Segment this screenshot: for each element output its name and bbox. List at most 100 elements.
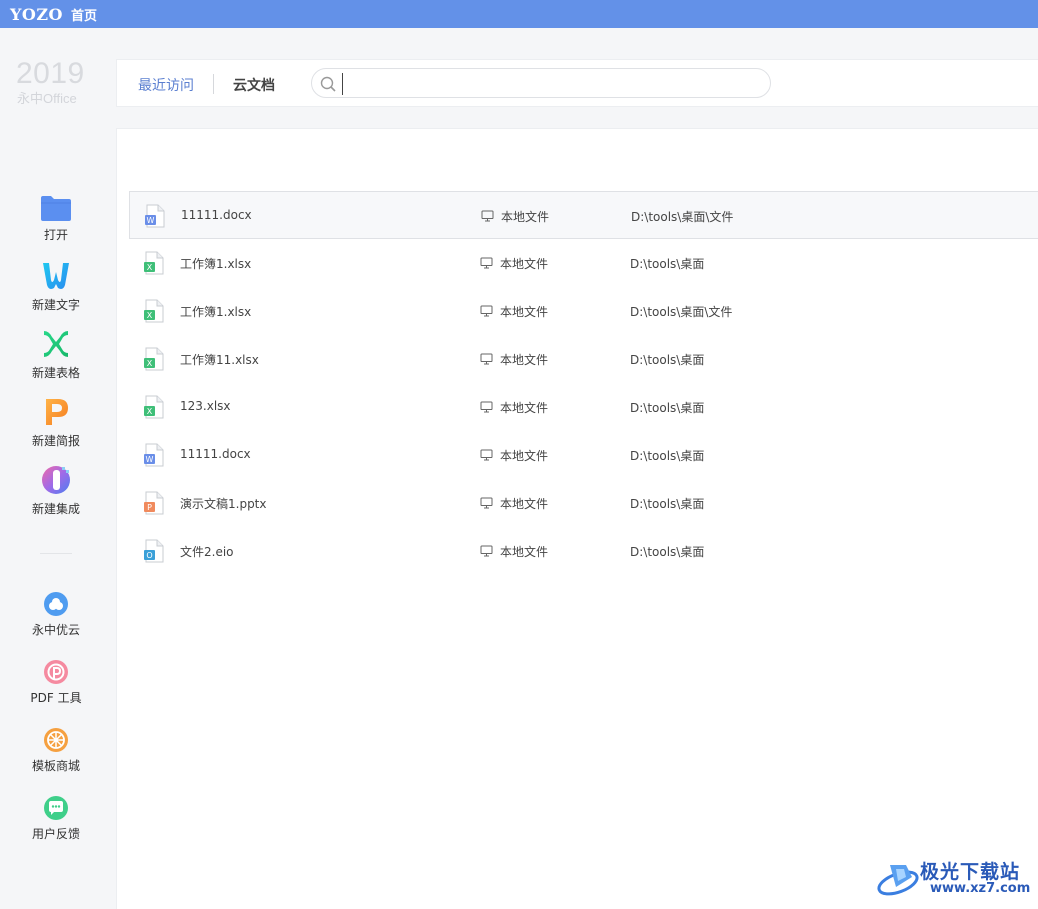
sidebar-item-label: 新建简报 [31,434,80,448]
file-name: 工作簿11.xlsx [180,353,259,367]
tab-home[interactable]: 首页 [71,5,97,24]
sidebar-item-label: 新建集成 [31,502,80,516]
brand-name: 永中Office [17,91,77,106]
pptx-file-icon: P [144,491,164,515]
file-location: 本地文件 [500,497,549,511]
file-name: 123.xlsx [180,399,231,413]
brand-year: 2019 [16,57,85,90]
xlsx-file-icon: X [144,299,164,323]
file-path: D:\tools\桌面 [630,353,705,367]
sidebar-item-new-word[interactable]: 新建文字 [12,260,100,313]
monitor-icon [480,449,493,461]
monitor-icon [480,305,493,317]
search-icon[interactable] [320,76,336,92]
file-row[interactable]: P 演示文稿1.pptx 本地文件 D:\tools\桌面 [129,479,1038,527]
file-location: 本地文件 [500,257,549,271]
pdf-icon [44,660,68,684]
file-location: 本地文件 [500,353,549,367]
svg-text:X: X [147,263,153,272]
file-location: 本地文件 [500,545,549,559]
feedback-icon [44,796,68,820]
watermark-logo-icon [877,865,919,896]
svg-text:X: X [147,407,153,416]
watermark-url: www.xz7.com [930,881,1031,896]
svg-text:P: P [147,503,152,512]
file-row[interactable]: O 文件2.eio 本地文件 D:\tools\桌面 [129,527,1038,575]
file-name: 文件2.eio [180,545,234,559]
sidebar-item-label: 用户反馈 [31,827,80,841]
file-path: D:\tools\桌面\文件 [630,305,733,319]
word-w-icon [43,263,69,289]
svg-text:W: W [147,216,155,225]
sidebar-item-new-integrated[interactable]: 新建集成 [12,464,100,517]
file-name: 11111.docx [180,447,251,461]
file-path: D:\tools\桌面 [630,401,705,415]
sidebar-item-open[interactable]: 打开 [12,194,100,243]
sidebar-item-label: PDF 工具 [30,691,82,705]
monitor-icon [480,497,493,509]
sidebar-divider [40,553,72,554]
search-box[interactable] [311,68,771,98]
docx-file-icon: W [144,443,164,467]
sidebar-item-new-slides[interactable]: 新建简报 [12,396,100,449]
watermark: 极光下载站 www.xz7.com [876,855,1036,905]
file-name: 工作簿1.xlsx [180,257,252,271]
sidebar-item-new-sheet[interactable]: 新建表格 [12,328,100,381]
monitor-icon [480,545,493,557]
sidebar-item-label: 打开 [43,228,68,242]
file-row[interactable]: X 工作簿11.xlsx 本地文件 D:\tools\桌面 [129,335,1038,383]
file-name: 11111.docx [181,208,252,222]
integrated-icon [42,466,70,494]
monitor-icon [481,210,494,222]
tab-recent[interactable]: 最近访问 [138,75,194,95]
watermark-text: 极光下载站 [920,861,1021,883]
folder-icon [41,196,71,221]
file-location: 本地文件 [500,449,549,463]
file-row[interactable]: X 工作簿1.xlsx 本地文件 D:\tools\桌面 [129,239,1038,287]
file-name: 演示文稿1.pptx [180,497,267,511]
sidebar-item-template-store[interactable]: 模板商城 [12,727,100,774]
sidebar-item-yozo-cloud[interactable]: 永中优云 [12,591,100,638]
sidebar-item-label: 新建表格 [31,366,80,380]
file-path: D:\tools\桌面\文件 [631,210,734,224]
file-row[interactable]: X 工作簿1.xlsx 本地文件 D:\tools\桌面\文件 [129,287,1038,335]
sheet-x-icon [44,331,68,357]
file-path: D:\tools\桌面 [630,449,705,463]
file-name: 工作簿1.xlsx [180,305,252,319]
xlsx-file-icon: X [144,347,164,371]
file-location: 本地文件 [500,401,549,415]
file-path: D:\tools\桌面 [630,497,705,511]
title-bar: YOZO 首页 [0,0,1038,28]
tab-cloud-docs[interactable]: 云文档 [233,75,275,95]
recent-files-panel: W 11111.docx 本地文件 D:\tools\桌面\文件 X 工作簿1.xlsx 本… [116,128,1038,909]
svg-text:W: W [146,455,154,464]
sidebar-item-label: 新建文字 [31,298,80,312]
file-location: 本地文件 [501,210,550,224]
sidebar-item-pdf-tools[interactable]: PDF 工具 [12,659,100,706]
slides-p-icon [46,399,68,425]
svg-text:X: X [147,359,153,368]
xlsx-file-icon: X [144,251,164,275]
template-store-icon [44,728,68,752]
file-row[interactable]: W 11111.docx 本地文件 D:\tools\桌面 [129,431,1038,479]
docx-file-icon: W [145,204,165,228]
sidebar-item-label: 模板商城 [31,759,80,773]
monitor-icon [480,401,493,413]
sidebar-item-label: 永中优云 [31,623,80,637]
yozo-logo: YOZO [10,4,63,24]
eio-file-icon: O [144,539,164,563]
cloud-icon [44,592,68,616]
search-input[interactable] [342,73,759,95]
xlsx-file-icon: X [144,395,164,419]
file-path: D:\tools\桌面 [630,545,705,559]
tab-divider [213,74,214,94]
monitor-icon [480,257,493,269]
sidebar-item-feedback[interactable]: 用户反馈 [12,795,100,842]
sidebar: 2019 永中Office 打开 新建文字 新建表格 新建简报 新建集成 永中优… [0,28,112,909]
file-row[interactable]: W 11111.docx 本地文件 D:\tools\桌面\文件 [129,191,1038,239]
file-location: 本地文件 [500,305,549,319]
file-path: D:\tools\桌面 [630,257,705,271]
brand: 2019 永中Office [16,58,96,107]
svg-text:O: O [146,551,152,560]
file-row[interactable]: X 123.xlsx 本地文件 D:\tools\桌面 [129,383,1038,431]
